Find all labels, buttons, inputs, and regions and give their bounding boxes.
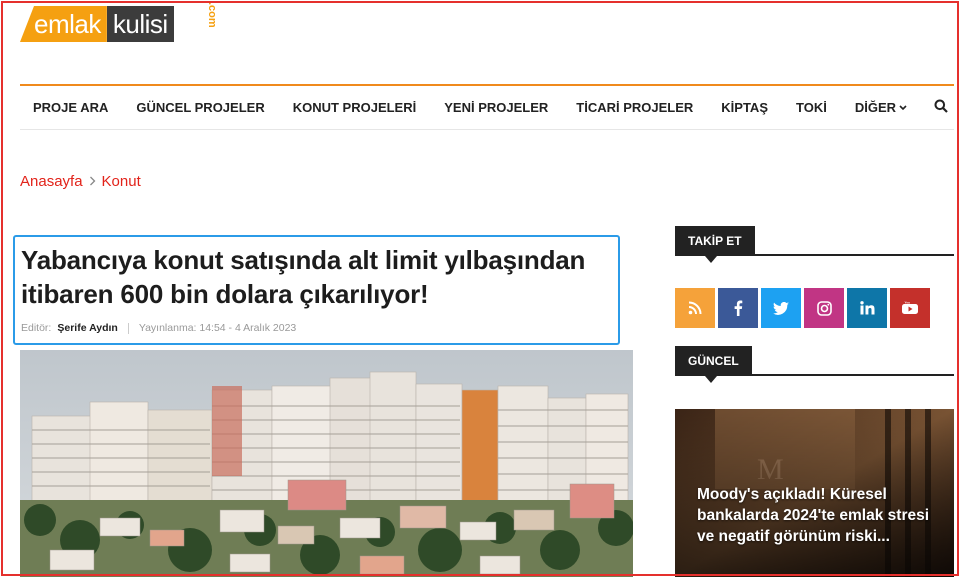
nav-item-kiptas[interactable]: KİPTAŞ [707, 100, 782, 115]
rss-icon[interactable] [675, 288, 715, 328]
main-nav: PROJE ARA GÜNCEL PROJELER KONUT PROJELER… [20, 86, 954, 130]
publish-date: Yayınlanma: 14:54 - 4 Aralık 2023 [138, 322, 297, 334]
chevron-right-icon [89, 175, 96, 189]
facebook-icon[interactable] [718, 288, 758, 328]
nav-item-ticari-projeler[interactable]: TİCARİ PROJELER [562, 100, 707, 115]
youtube-icon[interactable]: You [890, 288, 930, 328]
current-widget-title: GÜNCEL [675, 346, 752, 383]
follow-widget-header: TAKİP ET [675, 226, 954, 263]
instagram-icon[interactable] [804, 288, 844, 328]
current-widget-header: GÜNCEL [675, 346, 954, 383]
breadcrumb-current[interactable]: Konut [102, 173, 141, 190]
chevron-down-icon [899, 103, 907, 113]
follow-widget-title: TAKİP ET [675, 226, 755, 263]
article-title: Yabancıya konut satışında alt limit yılb… [21, 245, 586, 309]
article-header: Yabancıya konut satışında alt limit yılb… [13, 235, 620, 345]
editor-name[interactable]: Şerife Aydın [57, 322, 118, 334]
meta-divider [127, 322, 129, 334]
editor-label: Editör: [21, 322, 52, 334]
nav-item-guncel-projeler[interactable]: GÜNCEL PROJELER [122, 100, 278, 115]
article-meta: Editör: Şerife Aydın Yayınlanma: 14:54 -… [21, 322, 612, 334]
search-icon[interactable] [934, 99, 950, 115]
breadcrumb: Anasayfa Konut [20, 173, 141, 190]
nav-item-yeni-projeler[interactable]: YENİ PROJELER [430, 100, 562, 115]
article-hero-image [20, 350, 633, 577]
logo-suffix: .com [206, 2, 218, 28]
svg-text:You: You [905, 301, 911, 305]
social-links: You [675, 288, 930, 328]
featured-news-title[interactable]: Moody's açıkladı! Küresel bankalarda 202… [697, 484, 937, 547]
featured-news-card[interactable]: M Moody's açıkladı! Küresel bankalarda 2… [675, 409, 954, 577]
breadcrumb-home[interactable]: Anasayfa [20, 173, 83, 190]
nav-item-toki[interactable]: TOKİ [782, 100, 841, 115]
logo-right-text: kulisi [106, 6, 174, 42]
nav-more-label: DİĞER [854, 100, 896, 115]
logo-left-text: emlak [20, 6, 107, 42]
nav-item-konut-projeleri[interactable]: KONUT PROJELERİ [279, 100, 431, 115]
site-logo[interactable]: emlak kulisi [20, 6, 174, 42]
twitter-icon[interactable] [761, 288, 801, 328]
linkedin-icon[interactable] [847, 288, 887, 328]
nav-item-proje-ara[interactable]: PROJE ARA [20, 100, 122, 115]
nav-item-diger[interactable]: DİĞER [841, 100, 921, 115]
